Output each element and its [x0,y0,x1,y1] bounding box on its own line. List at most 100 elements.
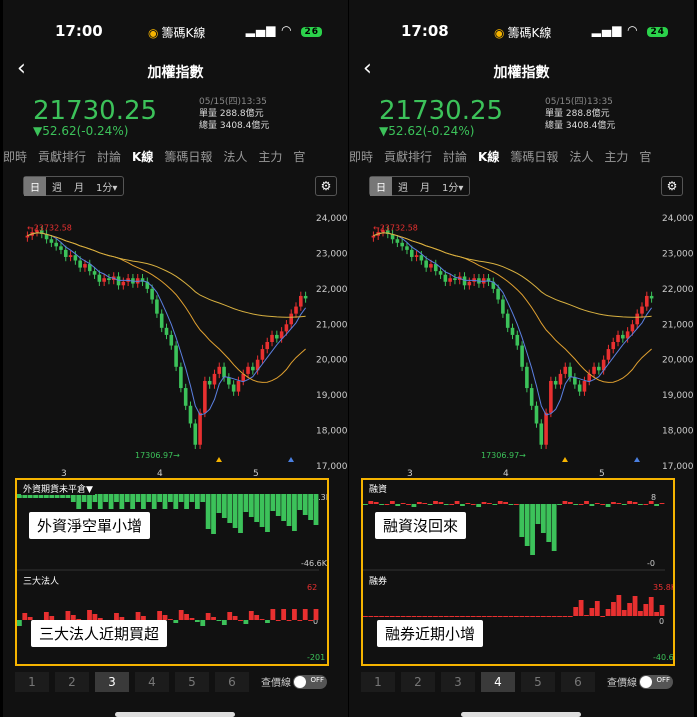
candle-body [467,281,472,286]
pane-axis-label: -201 [307,653,325,662]
candle-body [203,380,207,413]
candle-body [179,366,183,389]
candle-body [621,334,625,339]
sub2-label[interactable]: 三大法人 [21,574,62,587]
sub2-bar [400,616,406,617]
sub1-bar [454,501,460,504]
candle-body [405,246,409,250]
marker-icon [288,457,294,462]
indicator-frame: -22.3K-46.6K620-201 外資期貨未平倉▼ 三大法人 外資淨空單小… [15,478,329,666]
y-tick-label: 18,000 [662,427,694,437]
tab-0[interactable]: 即時 [3,148,27,165]
page-button-6[interactable]: 6 [561,672,595,692]
page-button-1[interactable]: 1 [361,672,395,692]
timeframe-selector: 日週月 1分▾ [23,176,125,196]
sub1-bar [141,494,146,509]
sub1-bar [605,504,611,507]
tab-6[interactable]: 主力 [258,148,282,165]
timeframe-0[interactable]: 日 [370,177,392,196]
timeframe-0[interactable]: 日 [24,177,46,196]
sub2-bar [211,617,216,620]
sub1-label[interactable]: 外資期貨未平倉▼ [21,482,95,495]
quote-info: 05/15(四)13:35 單量 288.8億元 總量 3408.4億元 [545,96,615,132]
sub2-bar [503,616,509,617]
timeframe-3[interactable]: 1分▾ [90,177,123,196]
timeframe-1[interactable]: 週 [392,177,414,196]
sub1-bar [530,504,535,555]
page-button-1[interactable]: 1 [15,672,49,692]
page-button-3[interactable]: 3 [441,672,475,692]
tab-2[interactable]: 討論 [97,148,121,165]
tab-7[interactable]: 官 [639,148,651,165]
gear-icon[interactable]: ⚙ [661,176,683,196]
y-tick-label: 20,000 [662,356,694,366]
marker-icon [216,457,222,462]
page-button-5[interactable]: 5 [521,672,555,692]
sub1-bar [384,504,390,505]
sub1-bar [422,503,428,504]
tab-1[interactable]: 貢獻排行 [38,148,86,165]
candlestick-chart: 24,000 23,000 22,000 21,000 20,000 19,000 18,0… [371,214,694,479]
sub1-bar [368,501,374,504]
sub2-bar [567,616,573,617]
sub2-bar [173,620,179,623]
sub2-bar [254,615,260,620]
y-tick-label: 19,000 [316,391,348,401]
y-tick-label: 20,000 [316,356,348,366]
price-line-toggle[interactable]: OFF [639,674,673,689]
quote-datetime: 05/15(四)13:35 [199,97,267,107]
tab-2[interactable]: 討論 [443,148,467,165]
sub2-bar [600,616,606,617]
page-button-2[interactable]: 2 [55,672,89,692]
sub1-bar [395,504,401,506]
candle-body [414,255,419,257]
tab-5[interactable]: 法人 [569,148,593,165]
sub2-bar [654,612,660,616]
page-button-4[interactable]: 4 [135,672,169,692]
tab-4[interactable]: 籌碼日報 [510,148,558,165]
candle-body [188,405,193,424]
high-label: ←23732.58 [373,223,418,232]
timeframe-2[interactable]: 月 [414,177,436,196]
tab-5[interactable]: 法人 [223,148,247,165]
tab-4[interactable]: 籌碼日報 [164,148,212,165]
tab-3[interactable]: K線 [478,148,499,165]
page-button-3[interactable]: 3 [95,672,129,692]
timeframe-1[interactable]: 週 [46,177,68,196]
timeframe-2[interactable]: 月 [68,177,90,196]
sub1-label[interactable]: 融資 [367,482,390,495]
page-button-4[interactable]: 4 [481,672,515,692]
candle-body [227,377,231,385]
sub2-label[interactable]: 融券 [367,574,390,587]
sub2-bar [43,612,49,620]
sub1-bar [168,494,173,502]
tab-0[interactable]: 即時 [349,148,373,165]
sub1-bar [265,494,270,532]
sub1-bar [281,494,287,521]
gear-icon[interactable]: ⚙ [315,176,337,196]
y-tick-label: 21,000 [316,320,348,330]
timeframe-3[interactable]: 1分▾ [436,177,469,196]
tab-3[interactable]: K線 [132,148,153,165]
sub1-bar [146,494,152,502]
sub1-bar [313,494,319,525]
signal-wifi-icon: ▂▄▆ ◠ 24 [592,23,668,37]
page-button-6[interactable]: 6 [215,672,249,692]
tab-1[interactable]: 貢獻排行 [384,148,432,165]
page-button-5[interactable]: 5 [175,672,209,692]
price-line-toggle[interactable]: OFF [293,674,327,689]
tab-6[interactable]: 主力 [604,148,628,165]
candle-body [448,278,452,282]
sub2-bar [578,600,584,616]
sub2-bar [313,609,319,620]
tab-7[interactable]: 官 [293,148,305,165]
candle-body [443,274,448,282]
sub2-bar [438,616,444,617]
index-price: 21730.25 [33,96,158,126]
sub1-bar [87,494,92,509]
candle-body [544,412,548,445]
candle-body [640,306,644,314]
sub1-bar [524,504,530,546]
sub2-bar [406,616,411,617]
page-button-2[interactable]: 2 [401,672,435,692]
